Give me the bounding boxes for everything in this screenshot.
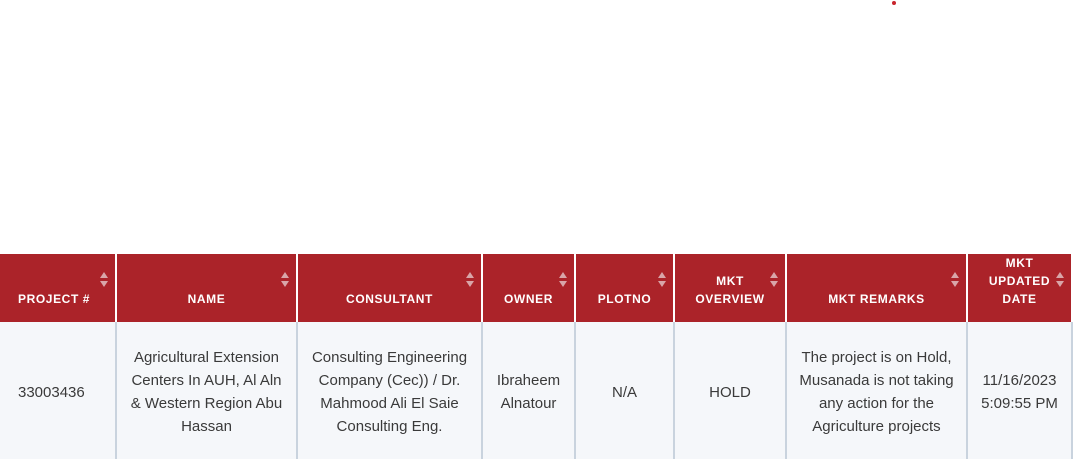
sort-icon[interactable] — [1056, 272, 1065, 288]
cell-plotno: N/A — [575, 322, 675, 459]
header-label: NAME — [187, 292, 226, 306]
header-mkt-updated-date[interactable]: MKT UPDATED DATE — [967, 254, 1073, 322]
header-label: CONSULTANT — [346, 292, 433, 306]
header-owner[interactable]: OWNER — [482, 254, 576, 322]
cell-owner: Ibraheem Alnatour — [482, 322, 576, 459]
header-label-line: UPDATED — [988, 274, 1051, 288]
cell-name: Agricultural Extension Centers In AUH, A… — [116, 322, 298, 459]
cell-consultant: Consulting Engineering Company (Cec)) / … — [297, 322, 483, 459]
header-plotno[interactable]: PLOTNO — [575, 254, 675, 322]
sort-icon[interactable] — [100, 272, 109, 288]
header-label: PLOTNO — [597, 292, 652, 306]
header-label: OWNER — [504, 292, 553, 306]
sort-icon[interactable] — [951, 272, 960, 288]
header-project-no[interactable]: PROJECT # — [0, 254, 117, 322]
table-header-row: PROJECT # NAME CONSULTANT OWNER PLOTNO M… — [0, 254, 1073, 322]
header-consultant[interactable]: CONSULTANT — [297, 254, 483, 322]
cell-mkt-remarks: The project is on Hold, Musanada is not … — [786, 322, 968, 459]
cell-mkt-overview: HOLD — [674, 322, 787, 459]
sort-icon[interactable] — [770, 272, 779, 288]
header-name[interactable]: NAME — [116, 254, 298, 322]
header-mkt-remarks[interactable]: MKT REMARKS — [786, 254, 968, 322]
cell-mkt-updated-date: 11/16/2023 5:09:55 PM — [967, 322, 1073, 459]
header-label-line: DATE — [1002, 292, 1037, 306]
header-label-line: MKT — [1005, 256, 1034, 270]
sort-icon[interactable] — [281, 272, 290, 288]
projects-table: PROJECT # NAME CONSULTANT OWNER PLOTNO M… — [0, 254, 1073, 459]
header-label: MKT REMARKS — [828, 292, 925, 306]
accent-dot — [892, 1, 896, 5]
sort-icon[interactable] — [559, 272, 568, 288]
header-mkt-overview[interactable]: MKT OVERVIEW — [674, 254, 787, 322]
page: PROJECT # NAME CONSULTANT OWNER PLOTNO M… — [0, 0, 1075, 459]
cell-project-no: 33003436 — [0, 322, 117, 459]
sort-icon[interactable] — [658, 272, 667, 288]
header-label-line: MKT — [716, 274, 744, 288]
header-label: PROJECT # — [18, 292, 91, 306]
projects-table-container: PROJECT # NAME CONSULTANT OWNER PLOTNO M… — [0, 254, 1075, 459]
header-label-line: OVERVIEW — [695, 292, 765, 306]
sort-icon[interactable] — [466, 272, 475, 288]
table-row: 33003436 Agricultural Extension Centers … — [0, 322, 1073, 459]
